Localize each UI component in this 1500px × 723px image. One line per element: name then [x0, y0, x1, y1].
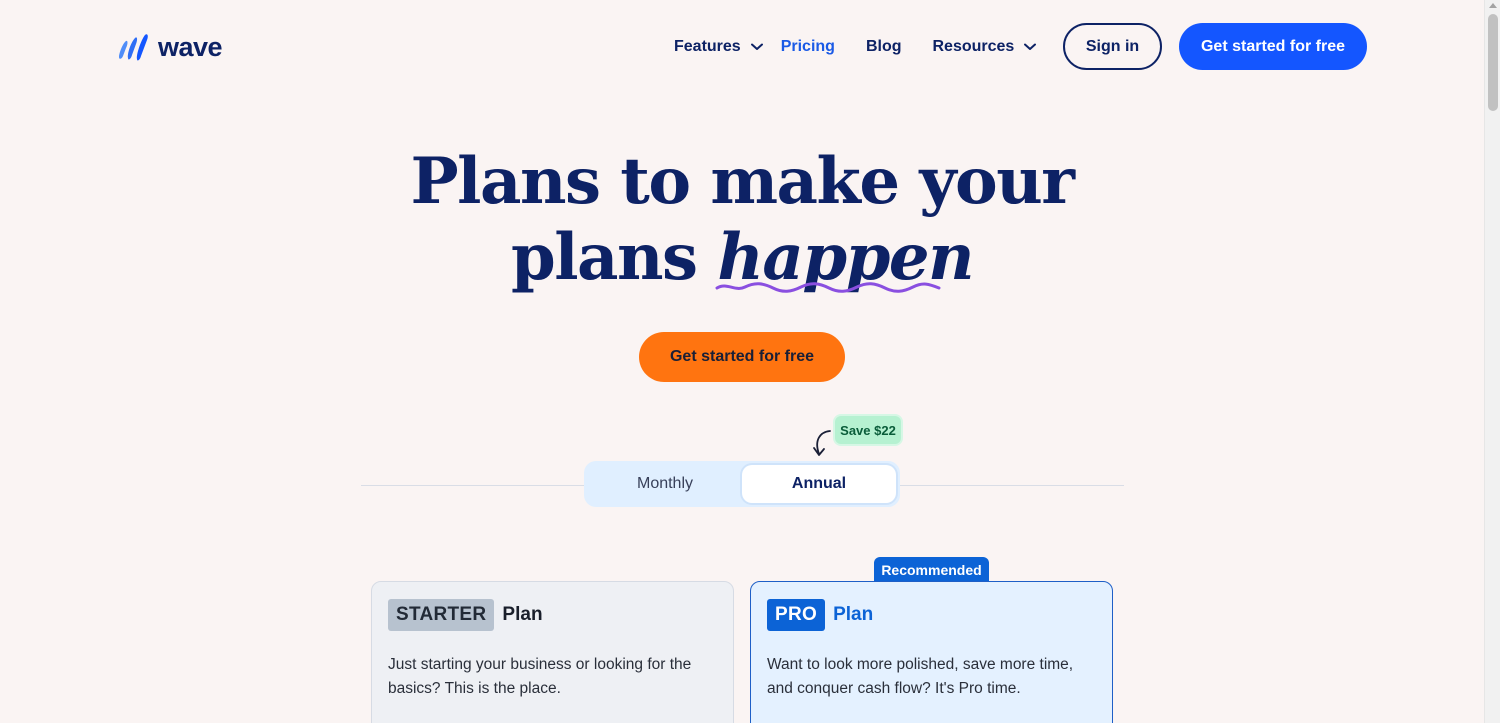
nav-pricing[interactable]: Pricing	[781, 38, 835, 56]
plan-description: Want to look more polished, save more ti…	[767, 656, 1074, 697]
recommended-badge: Recommended	[874, 557, 989, 582]
nav-blog-label: Blog	[865, 38, 902, 55]
curved-arrow-icon	[813, 430, 831, 456]
toggle-monthly[interactable]: Monthly	[588, 465, 742, 503]
header-get-started-button[interactable]: Get started for free	[1179, 23, 1367, 70]
nav-blog[interactable]: Blog	[866, 38, 902, 56]
plan-word: Plan	[833, 604, 874, 625]
sign-in-button[interactable]: Sign in	[1063, 23, 1162, 70]
starter-plan-card: STARTER Plan Just starting your business…	[371, 581, 734, 723]
plan-tag: PRO	[767, 599, 826, 631]
title-line-1: Plans to make your	[410, 144, 1075, 219]
plan-header: PRO Plan	[767, 599, 1096, 631]
save-badge: Save $22	[835, 416, 901, 444]
plan-word: Plan	[502, 604, 543, 625]
nav-features[interactable]: Features	[674, 38, 763, 56]
main-nav: Features Pricing Blog Resources	[674, 34, 1037, 60]
nav-resources-label: Resources	[932, 38, 1015, 55]
page-title: Plans to make your plans happen	[0, 144, 1484, 296]
nav-pricing-label: Pricing	[780, 38, 835, 55]
chevron-down-icon	[1024, 43, 1037, 50]
squiggle-underline	[715, 282, 941, 293]
wave-logo-icon	[119, 34, 148, 61]
scrollbar-thumb[interactable]	[1488, 14, 1498, 111]
nav-resources[interactable]: Resources	[932, 38, 1037, 56]
billing-toggle: Monthly Annual	[584, 461, 900, 507]
scroll-up-icon[interactable]	[1489, 3, 1497, 8]
plan-header: STARTER Plan	[388, 599, 717, 631]
chevron-down-icon	[750, 43, 763, 50]
plan-tag: STARTER	[388, 599, 495, 631]
scrollbar[interactable]	[1484, 0, 1500, 723]
nav-features-label: Features	[674, 38, 741, 55]
wave-logo[interactable]: wave	[116, 30, 223, 64]
title-line-2-prefix: plans	[510, 220, 718, 295]
site-header: wave Features Pricing Blog Resources Sig…	[0, 0, 1484, 94]
brand-name: wave	[158, 31, 223, 62]
hero-get-started-button[interactable]: Get started for free	[639, 332, 845, 382]
pro-plan-card: PRO Plan Want to look more polished, sav…	[750, 581, 1113, 723]
plan-description: Just starting your business or looking f…	[388, 656, 692, 697]
toggle-annual[interactable]: Annual	[742, 465, 896, 503]
